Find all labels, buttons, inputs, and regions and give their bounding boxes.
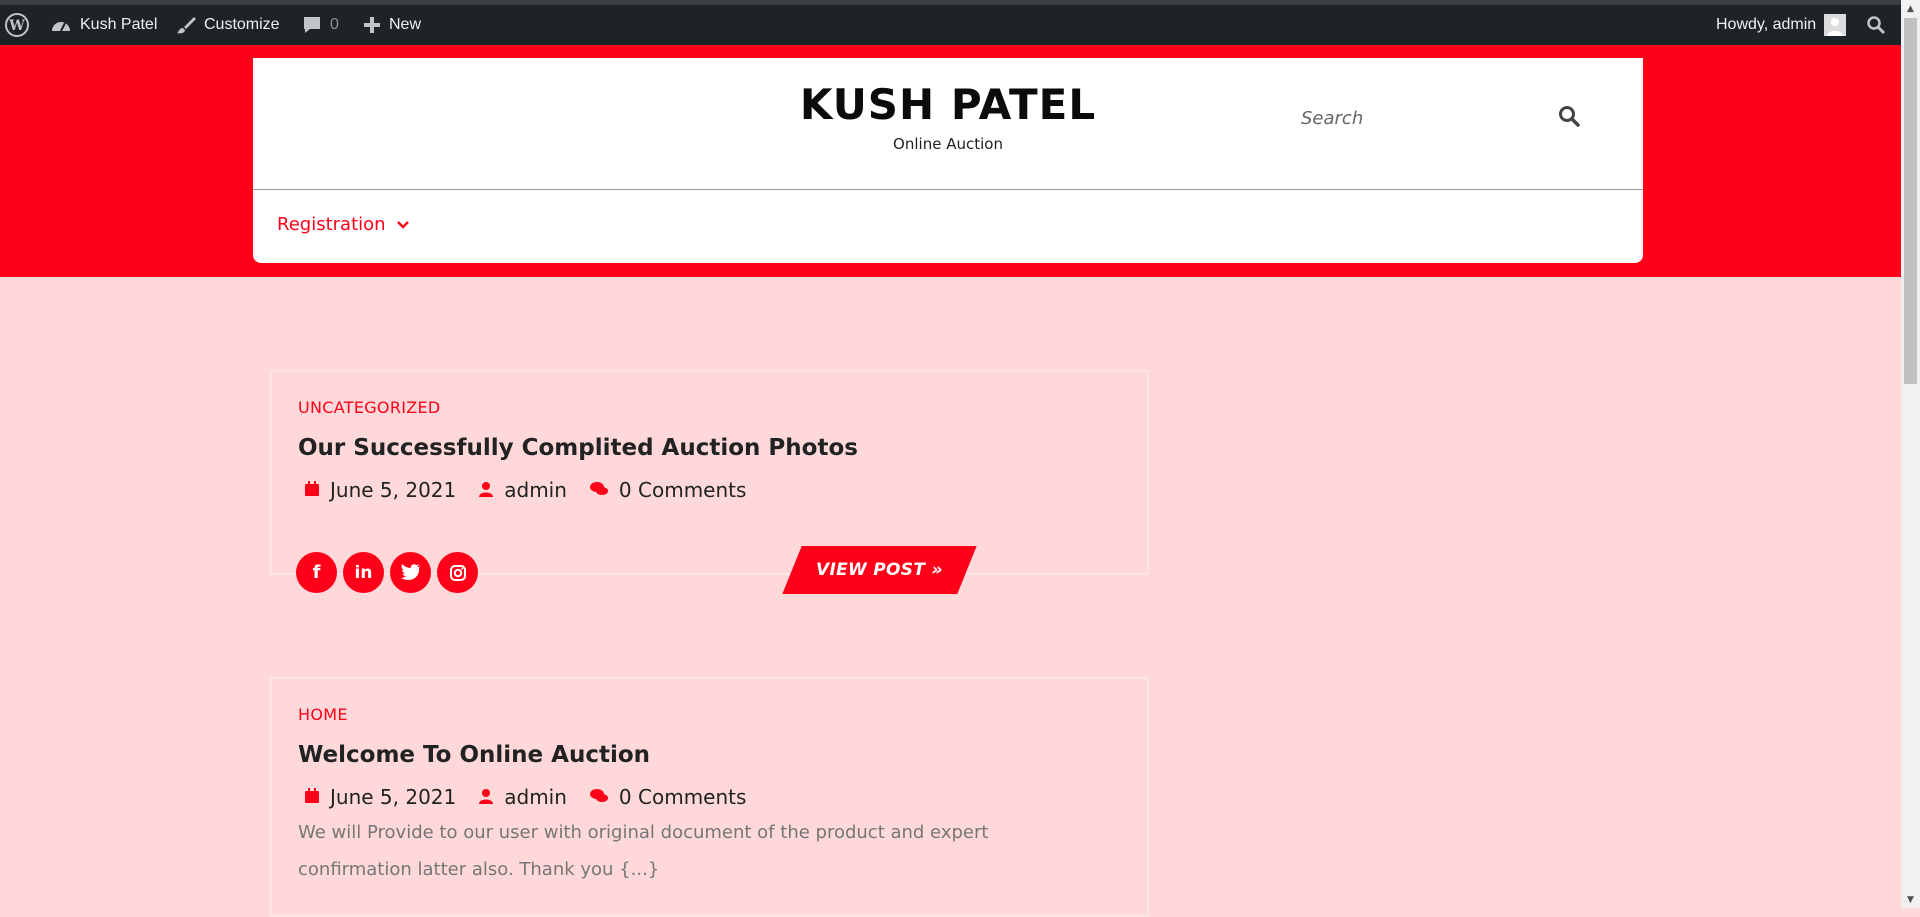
new-content-link[interactable]: New <box>363 5 421 45</box>
search-button[interactable] <box>1555 104 1583 132</box>
view-post-label: VIEW POST » <box>816 560 943 580</box>
wordpress-logo-button[interactable]: W <box>4 5 30 45</box>
social-share-links: f in <box>296 552 478 593</box>
chevron-down-icon <box>396 214 410 235</box>
facebook-icon[interactable]: f <box>296 552 337 593</box>
view-post-button[interactable]: VIEW POST » <box>782 546 977 594</box>
post-title[interactable]: Our Successfully Complited Auction Photo… <box>298 435 858 461</box>
vertical-scrollbar[interactable]: ▲ ▼ <box>1901 0 1920 908</box>
post-author[interactable]: admin <box>478 785 567 809</box>
post-category[interactable]: UNCATEGORIZED <box>298 398 441 417</box>
comments-icon <box>589 478 609 502</box>
comments-count: 0 <box>330 16 339 33</box>
scroll-up-arrow[interactable]: ▲ <box>1901 0 1920 17</box>
search-form <box>1301 96 1601 140</box>
plus-icon <box>363 16 381 34</box>
scroll-down-arrow[interactable]: ▼ <box>1901 891 1920 908</box>
paintbrush-icon <box>176 15 196 35</box>
post-comments[interactable]: 0 Comments <box>589 478 747 502</box>
svg-text:W: W <box>8 18 25 34</box>
my-account-link[interactable]: Howdy, admin <box>1716 5 1847 45</box>
post-date-text: June 5, 2021 <box>330 785 457 809</box>
post-comments[interactable]: 0 Comments <box>589 785 747 809</box>
comments-link[interactable]: 0 <box>302 5 339 45</box>
greeting-label: Howdy, admin <box>1716 16 1817 33</box>
post-date-text: June 5, 2021 <box>330 478 457 502</box>
post-date: June 5, 2021 <box>304 785 456 809</box>
new-label: New <box>389 16 422 33</box>
site-header: KUSH PATEL Online Auction Registration <box>253 58 1643 263</box>
post-author-text: admin <box>504 478 567 502</box>
nav-item-label: Registration <box>277 214 386 235</box>
customize-link[interactable]: Customize <box>176 5 280 45</box>
post-comments-text: 0 Comments <box>618 785 747 809</box>
calendar-icon <box>304 478 320 502</box>
search-icon <box>1866 15 1886 35</box>
post-comments-text: 0 Comments <box>618 478 747 502</box>
calendar-icon <box>304 785 320 809</box>
post-card: HOME Welcome To Online Auction June 5, 2… <box>270 677 1149 917</box>
post-date: June 5, 2021 <box>304 478 456 502</box>
post-category[interactable]: HOME <box>298 705 348 724</box>
header-divider <box>253 189 1643 190</box>
scroll-thumb[interactable] <box>1904 18 1917 384</box>
post-excerpt: We will Provide to our user with origina… <box>298 822 989 880</box>
avatar <box>1824 14 1847 36</box>
wordpress-icon: W <box>4 12 30 38</box>
dashboard-icon <box>50 16 72 34</box>
linkedin-icon[interactable]: in <box>343 552 384 593</box>
instagram-icon[interactable] <box>437 552 478 593</box>
post-meta: June 5, 2021 admin 0 Comments <box>304 785 768 809</box>
user-icon <box>478 478 494 502</box>
admin-bar: W Kush Patel Customize 0 New Howdy, admi… <box>0 0 1901 45</box>
search-icon <box>1558 105 1580 131</box>
customize-label: Customize <box>204 16 280 33</box>
post-author-text: admin <box>504 785 567 809</box>
post-title[interactable]: Welcome To Online Auction <box>298 742 650 768</box>
nav-item-registration[interactable]: Registration <box>277 214 410 235</box>
search-input[interactable] <box>1301 96 1541 140</box>
comments-icon <box>589 785 609 809</box>
post-author[interactable]: admin <box>478 478 567 502</box>
site-name-label: Kush Patel <box>80 16 158 33</box>
post-card: UNCATEGORIZED Our Successfully Complited… <box>270 370 1149 575</box>
admin-search-button[interactable] <box>1866 5 1886 45</box>
comment-bubble-icon <box>302 15 322 35</box>
twitter-icon[interactable] <box>390 552 431 593</box>
post-meta: June 5, 2021 admin 0 Comments <box>304 478 768 502</box>
user-icon <box>478 785 494 809</box>
site-name-link[interactable]: Kush Patel <box>50 5 157 45</box>
